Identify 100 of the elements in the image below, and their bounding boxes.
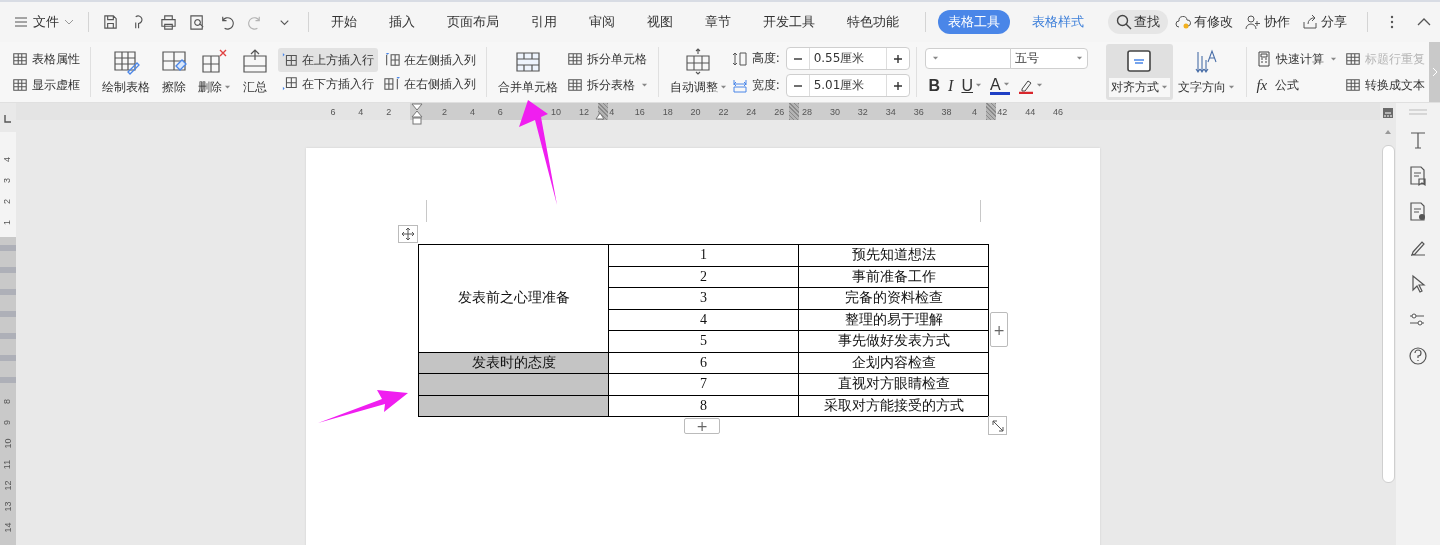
share-button[interactable]: 分享 (1302, 13, 1347, 31)
height-field[interactable]: 0.55厘米 (785, 47, 910, 70)
insert-row-below-button[interactable]: 在下方插入行 (277, 72, 378, 96)
ribbon-tab[interactable]: 表格工具 (938, 10, 1010, 34)
caret-icon (1160, 84, 1168, 91)
table-cell: 2 (608, 266, 799, 288)
caret-icon (1227, 84, 1235, 91)
preview-icon[interactable] (189, 13, 206, 31)
ruler-number: 6 (330, 106, 336, 117)
formula-button[interactable]: fx 公式 (1252, 73, 1342, 97)
ruler-number: 42 (997, 106, 1008, 117)
ruler-number: 11 (1, 459, 14, 470)
ribbon-tab[interactable]: 表格样式 (1022, 10, 1094, 34)
ruler-number: 4 (971, 106, 977, 117)
delete-table-icon (200, 48, 229, 76)
caret-icon (931, 55, 939, 62)
save-status-button[interactable]: 有修改 (1175, 13, 1233, 31)
ruler-number: 36 (913, 106, 924, 117)
font-color-button[interactable]: A (990, 76, 1010, 95)
ruler-number: 8 (1, 399, 14, 404)
resize-icon (990, 418, 1005, 433)
add-row-button[interactable]: + (684, 418, 720, 434)
column-marker[interactable] (986, 103, 996, 120)
insert-row-icon (281, 52, 298, 68)
italic-button[interactable]: I (948, 76, 954, 95)
font-size-dropdown[interactable]: 五号 (1009, 48, 1088, 69)
ribbon-tab[interactable]: 开始 (321, 10, 367, 34)
split-cells-button[interactable]: 拆分单元格 (562, 47, 652, 71)
user-add-icon (1245, 14, 1261, 30)
alignment-button[interactable]: 对齐方式 (1105, 44, 1173, 100)
table-cell: 发表时的态度 (418, 352, 609, 374)
table-cell: 企划内容检查 (798, 352, 989, 374)
draw-table-button[interactable]: 绘制表格 (96, 44, 155, 100)
auto-fit-icon (684, 48, 713, 76)
indent-marker[interactable] (595, 112, 605, 120)
file-menu[interactable]: 文件 (14, 13, 80, 31)
split-table-button[interactable]: 拆分表格 (562, 73, 652, 97)
caret-icon (1002, 80, 1010, 88)
delete-button[interactable]: 删除 (192, 44, 236, 100)
print-icon[interactable] (160, 13, 177, 31)
insert-column-left-button[interactable]: 在左侧插入列 (379, 48, 480, 72)
text-direction-button[interactable]: 文字方向 (1172, 44, 1240, 100)
table-cell: 1 (608, 244, 799, 266)
table-cell: 事先做好发表方式 (798, 330, 989, 352)
table-resize-handle[interactable] (988, 416, 1007, 435)
insert-row-above-button[interactable]: 在上方插入行 (277, 48, 378, 72)
caret-icon (719, 84, 727, 91)
search-button[interactable]: 查找 (1108, 10, 1168, 34)
merge-cells-button[interactable]: 合并单元格 (492, 44, 563, 100)
show-gridlines-button[interactable]: 显示虚框 (8, 73, 84, 97)
panel-grip-icon[interactable] (1408, 109, 1428, 115)
ribbon-tab[interactable]: 开发工具 (753, 10, 825, 34)
save-icon[interactable] (102, 13, 119, 31)
quick-calc-button[interactable]: 快速计算 (1252, 47, 1342, 71)
auto-fit-button[interactable]: 自动调整 (664, 44, 732, 100)
ruler-number: 44 (1025, 106, 1036, 117)
ribbon-tab[interactable]: 页面布局 (437, 10, 509, 34)
caret-icon (1330, 55, 1338, 63)
indent-marker[interactable] (410, 102, 423, 125)
underline-button[interactable]: U (961, 76, 982, 95)
ribbon-tab[interactable]: 插入 (379, 10, 425, 34)
add-column-button[interactable]: + (990, 312, 1008, 347)
width-field[interactable]: 5.01厘米 (785, 74, 910, 97)
table-cell: 预先知道想法 (798, 244, 989, 266)
table-cell: 采取对方能接受的方式 (798, 395, 989, 417)
ribbon-tab[interactable]: 特色功能 (837, 10, 909, 34)
ruler-toggle-icon[interactable] (1382, 107, 1394, 119)
caret-icon (975, 82, 982, 89)
help-icon[interactable] (1407, 345, 1429, 367)
table-move-handle[interactable] (398, 225, 418, 243)
insert-column-right-button[interactable]: 在右侧插入列 (379, 72, 480, 96)
align-center-icon (1125, 47, 1154, 75)
table-cell: 7 (608, 373, 799, 395)
share-icon (1302, 14, 1318, 30)
convert-to-text-button[interactable]: 转换成文本 (1341, 73, 1430, 97)
row-height-icon (731, 50, 748, 67)
eraser-button[interactable]: 擦除 (154, 44, 193, 100)
ribbon-tab[interactable]: 章节 (695, 10, 741, 34)
bold-button[interactable]: B (928, 76, 941, 95)
ruler-number: 28 (802, 106, 813, 117)
table-properties-button[interactable]: 表格属性 (8, 47, 84, 71)
ribbon-tab[interactable]: 视图 (637, 10, 683, 34)
ribbon-tab[interactable]: 审阅 (579, 10, 625, 34)
ruler-number: 46 (1053, 106, 1064, 117)
scrollbar-thumb[interactable] (1381, 145, 1395, 483)
document-bookmark-icon[interactable] (1407, 165, 1429, 187)
caret-icon (1035, 82, 1043, 89)
tab-stop-icon[interactable] (4, 115, 12, 123)
insert-column-icon (383, 52, 400, 68)
collaborate-button[interactable]: 协作 (1245, 13, 1290, 31)
calculator-icon (1256, 51, 1273, 67)
table-cell: 整理的易于理解 (798, 309, 989, 331)
ruler-number: 14 (1, 522, 14, 533)
ruler-number: 1 (1, 220, 14, 225)
column-marker[interactable] (789, 103, 799, 120)
summary-button[interactable]: 汇总 (235, 44, 274, 100)
ribbon-tab[interactable]: 引用 (521, 10, 567, 34)
table-cell: 4 (608, 309, 799, 331)
cloud-icon (1175, 14, 1191, 30)
ruler-number: 32 (857, 106, 868, 117)
